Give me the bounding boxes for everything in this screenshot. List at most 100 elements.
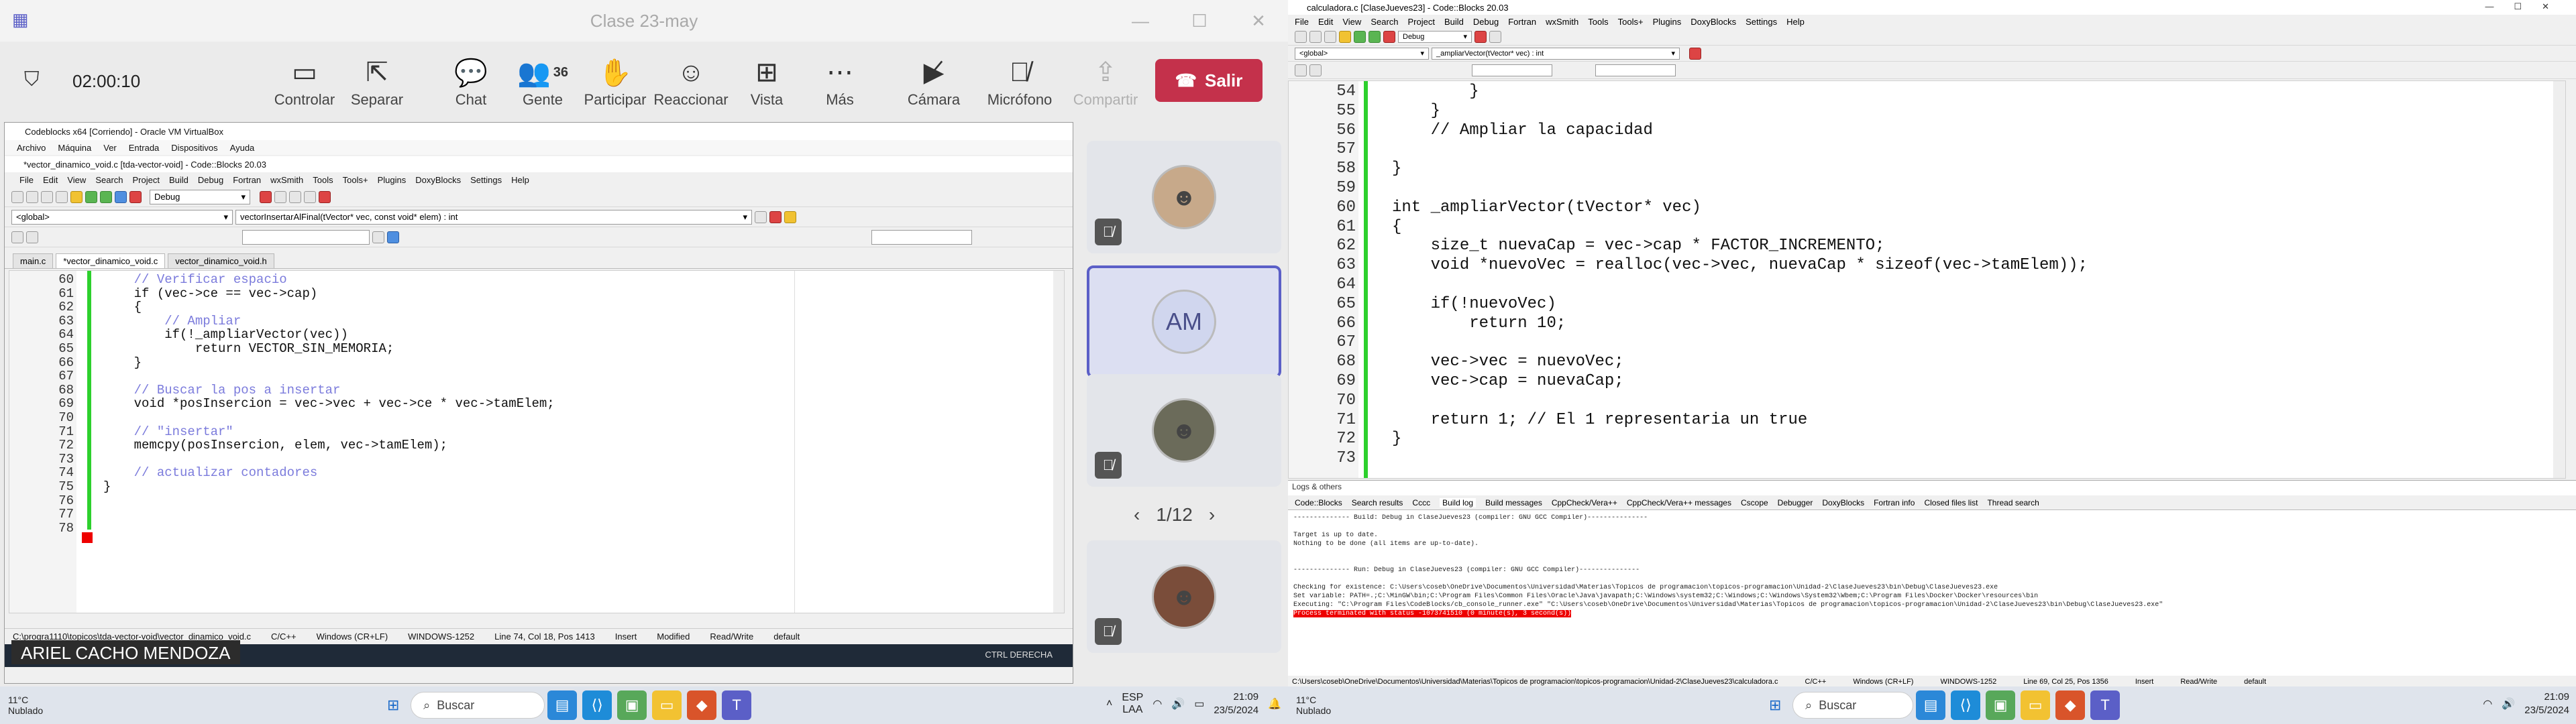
log-tab[interactable]: Search results [1352,498,1403,507]
step-icon[interactable] [274,190,286,203]
menu-tools[interactable]: Tools [313,175,333,185]
vscode-icon[interactable]: ⟨⟩ [582,690,612,720]
taskbar-clock[interactable]: 21:09 23/5/2024 [1214,690,1258,717]
save-all-icon[interactable] [56,190,68,203]
wifi-icon[interactable]: ◠ [1152,697,1162,711]
rebuild-icon[interactable] [115,190,127,203]
abort-icon[interactable] [1383,30,1395,43]
step-out-icon[interactable] [304,190,316,203]
zoom-combo[interactable] [1595,64,1676,76]
raise-hand-button[interactable]: ✋ Participar [575,54,655,109]
menu-fortran[interactable]: Fortran [233,175,261,185]
search-combo[interactable] [242,229,370,245]
editor-scrollbar[interactable] [2553,81,2565,478]
prev-page-icon[interactable]: ‹ [1134,504,1140,526]
maximize-icon[interactable]: ☐ [1170,0,1229,42]
participant-tile[interactable]: ☻ 🎙̸ [1087,540,1281,653]
log-tab[interactable]: CppCheck/Vera++ [1552,498,1617,507]
menu-wxsmith[interactable]: wxSmith [270,175,303,185]
step-into-icon[interactable] [289,190,301,203]
menu-project[interactable]: Project [1408,17,1435,27]
more-button[interactable]: ⋯ Más [800,54,880,109]
language-indicator[interactable]: ESP LAA [1122,692,1143,716]
log-tab[interactable]: Cscope [1741,498,1768,507]
next-page-icon[interactable]: › [1209,504,1215,526]
share-button[interactable]: ⇪ Compartir [1065,54,1146,109]
tab-main-c[interactable]: main.c [13,253,54,268]
jump-back-icon[interactable] [755,210,767,223]
log-tab[interactable]: CppCheck/Vera++ messages [1627,498,1731,507]
menu-view[interactable]: View [67,175,86,185]
battery-icon[interactable]: ▭ [1194,697,1204,711]
menu-tools-plus[interactable]: Tools+ [1618,17,1644,27]
wifi-icon[interactable]: ◠ [2483,697,2492,711]
menu-settings[interactable]: Settings [470,175,502,185]
menu-plugins[interactable]: Plugins [1653,17,1682,27]
menu-project[interactable]: Project [133,175,160,185]
new-file-icon[interactable] [11,190,23,203]
cb2-code-editor[interactable]: 54 } 55 } 56 // Ampliar la capacidad 57 58} 5… [1288,80,2566,479]
log-tab[interactable]: Build log [1440,497,1477,507]
participant-tile[interactable]: ☻ 🎙̸ [1087,374,1281,487]
react-button[interactable]: ☺ Reaccionar [651,54,731,109]
chat-button[interactable]: 💬 Chat [431,54,511,109]
menu-build[interactable]: Build [169,175,189,185]
menu-tools-plus[interactable]: Tools+ [343,175,368,185]
menu-view[interactable]: View [1342,17,1361,27]
toggle-comment-icon[interactable] [1295,64,1307,76]
breakpoint-marker[interactable] [82,532,93,543]
menu-fortran[interactable]: Fortran [1508,17,1536,27]
start-icon[interactable]: ⊞ [1760,690,1790,720]
cb2-window-controls[interactable]: —☐✕ [2485,1,2569,12]
log-tab[interactable]: Thread search [1987,498,2039,507]
menu-edit[interactable]: Edit [1318,17,1333,27]
brave-icon[interactable]: ◆ [687,690,717,720]
log-tab[interactable]: Closed files list [1924,498,1978,507]
bookmark-icon[interactable] [1689,47,1701,60]
weather-widget[interactable]: 11°C Nublado [1288,695,1331,716]
vm-menu-item[interactable]: Entrada [129,143,160,153]
menu-debug[interactable]: Debug [198,175,223,185]
uncomment-icon[interactable] [1309,64,1322,76]
build-run-icon[interactable] [100,190,112,203]
notifications-icon[interactable]: 🔔 [1268,697,1281,711]
open-icon[interactable] [1309,30,1322,43]
new-file-icon[interactable] [1295,30,1307,43]
folder-icon[interactable]: ▭ [2021,690,2051,720]
tab-vector-dinamico-void-c[interactable]: *vector_dinamico_void.c [56,253,166,268]
participant-tile-selected[interactable]: AM [1087,265,1281,378]
menu-tools[interactable]: Tools [1588,17,1608,27]
log-tab[interactable]: Debugger [1778,498,1813,507]
menu-doxyblocks[interactable]: DoxyBlocks [415,175,461,185]
abort-icon[interactable] [129,190,142,203]
menu-file[interactable]: File [19,175,34,185]
vscode-icon[interactable]: ⟨⟩ [1951,690,1981,720]
menu-file[interactable]: File [1295,17,1309,27]
teams-taskbar-icon[interactable]: T [722,690,752,720]
debug-icon[interactable] [1474,30,1487,43]
menu-help[interactable]: Help [511,175,529,185]
function-select[interactable]: vectorInsertarAlFinal(tVector* vec, cons… [235,209,752,225]
menu-search[interactable]: Search [95,175,123,185]
brave-icon[interactable]: ◆ [2055,690,2086,720]
volume-icon[interactable]: 🔊 [2502,697,2515,711]
teams-taskbar-icon[interactable]: T [2090,690,2121,720]
menu-edit[interactable]: Edit [43,175,58,185]
menu-build[interactable]: Build [1444,17,1464,27]
taskbar-search[interactable]: ⌕ Buscar [411,692,545,719]
log-tab[interactable]: Build messages [1485,498,1542,507]
build-target-select[interactable]: Debug ▾ [150,189,250,204]
start-icon[interactable]: ⊞ [378,690,408,720]
bookmark-icon[interactable] [769,210,782,223]
build-target-select[interactable]: Debug ▾ [1398,30,1472,43]
codeblocks-icon[interactable]: ▣ [1986,690,2016,720]
vm-menu-item[interactable]: Archivo [17,143,46,153]
stop-debug-icon[interactable] [319,190,331,203]
run-icon[interactable] [1354,30,1366,43]
save-icon[interactable] [41,190,53,203]
close-icon[interactable]: ✕ [1229,0,1288,42]
tray-arrow-icon[interactable]: ˄ [1106,698,1112,710]
vm-menu-item[interactable]: Ver [103,143,117,153]
editor-scrollbar[interactable] [1053,271,1064,613]
open-icon[interactable] [26,190,38,203]
